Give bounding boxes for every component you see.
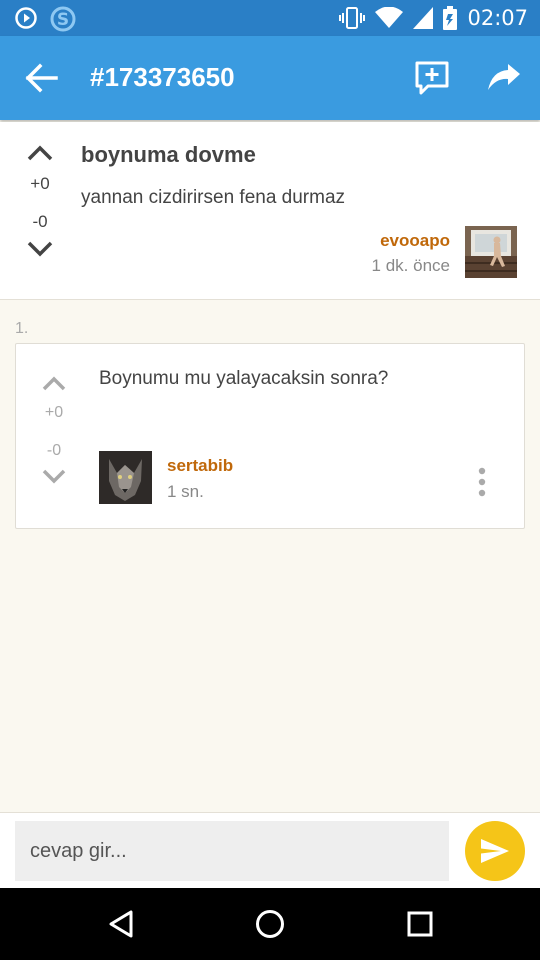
share-icon[interactable] (486, 62, 522, 94)
comment-index: 1. (15, 320, 29, 337)
upvote-count: +0 (30, 174, 50, 193)
post-body: yannan cizdirirsen fena durmaz (81, 187, 346, 208)
back-triangle-icon[interactable] (106, 908, 138, 940)
home-circle-icon[interactable] (254, 908, 286, 940)
downvote-count: -0 (46, 442, 62, 459)
status-time: 02:07 (467, 6, 528, 30)
upvote-chevron-icon[interactable] (26, 144, 54, 162)
avatar[interactable] (99, 451, 152, 504)
reply-input[interactable] (15, 821, 449, 881)
page-title: #173373650 (90, 62, 235, 92)
post-vote-column: +0 -0 (18, 144, 62, 258)
vibrate-icon (339, 7, 366, 29)
comment-time: 1 sn. (167, 482, 204, 501)
app-bar: #173373650 (0, 36, 540, 120)
svg-text:S: S (57, 10, 69, 30)
battery-icon (443, 6, 458, 30)
navigation-bar (0, 888, 540, 960)
comment-card: +0 -0 Boynumu mu yalayacaksin sonra? ser… (15, 343, 525, 529)
status-bar: S 02:07 (0, 0, 540, 36)
back-arrow-icon[interactable] (24, 62, 60, 94)
avatar[interactable] (465, 226, 517, 278)
downvote-chevron-icon[interactable] (26, 240, 54, 258)
post-title: boynuma dovme (81, 142, 256, 167)
sync-play-icon (15, 7, 37, 29)
wifi-icon (375, 7, 404, 28)
s-app-icon: S (50, 6, 76, 32)
add-comment-icon[interactable] (414, 60, 450, 96)
upvote-count: +0 (44, 404, 64, 421)
comment-vote-column: +0 -0 (36, 374, 72, 486)
signal-icon (413, 7, 434, 29)
comment-author[interactable]: sertabib (167, 456, 233, 476)
reply-bar (0, 812, 540, 888)
post-author[interactable]: evooapo (380, 231, 450, 251)
send-button[interactable] (465, 821, 525, 881)
comment-text: Boynumu mu yalayacaksin sonra? (99, 368, 389, 389)
downvote-count: -0 (32, 212, 48, 231)
recents-square-icon[interactable] (404, 908, 436, 940)
more-vert-icon[interactable] (474, 466, 490, 498)
downvote-chevron-icon[interactable] (40, 468, 68, 486)
send-icon (481, 839, 509, 863)
upvote-chevron-icon[interactable] (40, 374, 68, 392)
post-time: 1 dk. önce (371, 256, 450, 275)
post-card: +0 -0 boynuma dovme yannan cizdirirsen f… (0, 122, 540, 300)
